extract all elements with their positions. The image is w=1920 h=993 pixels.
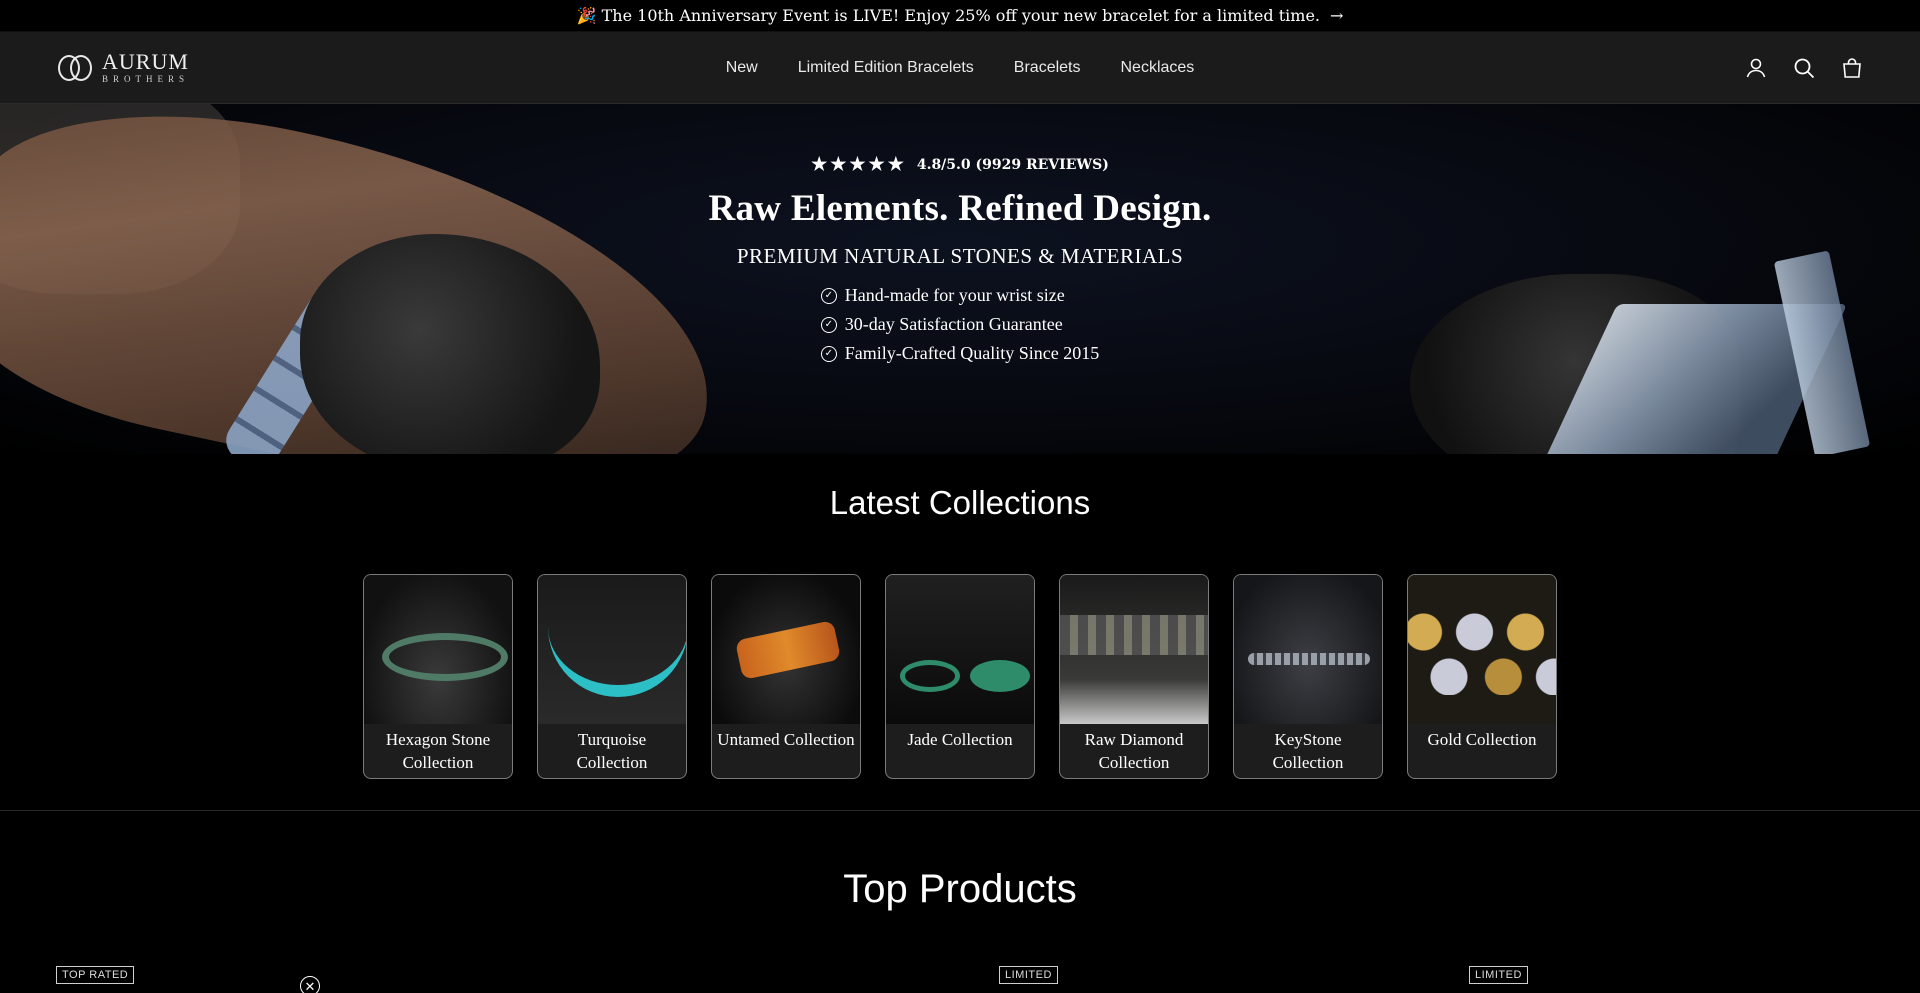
collection-label: Turquoise Collection <box>576 730 648 772</box>
collection-image <box>538 575 686 724</box>
logo-subtitle: BROTHERS <box>102 74 190 84</box>
collection-image <box>1060 575 1208 724</box>
logo-mark-icon <box>56 51 96 85</box>
collection-card-untamed[interactable]: Untamed Collection <box>711 574 861 779</box>
section-title: Top Products <box>843 867 1077 911</box>
collection-card-jade[interactable]: Jade Collection <box>885 574 1035 779</box>
collection-image <box>886 575 1034 724</box>
latest-collections: Latest Collections Hexagon Stone Collect… <box>0 454 1920 811</box>
product-badge-limited: LIMITED <box>999 966 1058 984</box>
hero-content: ★★★★★ 4.8/5.0 (9929 REVIEWS) Raw Element… <box>0 154 1920 364</box>
collection-label: Gold Collection <box>1427 730 1537 749</box>
collection-label: Raw Diamond Collection <box>1084 730 1184 772</box>
feature-item: ✓ 30-day Satisfaction Guarantee <box>820 314 1099 335</box>
feature-text: 30-day Satisfaction Guarantee <box>844 314 1063 334</box>
feature-list: ✓ Hand-made for your wrist size ✓ 30-day… <box>820 285 1100 364</box>
collection-card-keystone[interactable]: KeyStone Collection <box>1233 574 1383 779</box>
check-circle-icon: ✓ <box>820 316 837 333</box>
header-actions <box>1744 56 1864 80</box>
announcement-bar[interactable]: 🎉 The 10th Anniversary Event is LIVE! En… <box>0 0 1920 32</box>
collection-label: KeyStone Collection <box>1272 730 1344 772</box>
close-icon[interactable]: ✕ <box>300 976 320 993</box>
arrow-right-icon[interactable]: → <box>1330 6 1343 25</box>
collection-label: Untamed Collection <box>717 730 855 749</box>
star-rating-icon: ★★★★★ <box>811 154 907 175</box>
top-products: Top Products TOP RATED ✕ LIMITED LIMITED <box>0 811 1920 993</box>
nav-item-bracelets[interactable]: Bracelets <box>1014 59 1081 77</box>
account-icon[interactable] <box>1744 56 1768 80</box>
product-badge-limited: LIMITED <box>1469 966 1528 984</box>
collection-image <box>712 575 860 724</box>
hero-subtitle: PREMIUM NATURAL STONES & MATERIALS <box>736 244 1184 268</box>
collection-label: Jade Collection <box>907 730 1013 749</box>
feature-item: ✓ Hand-made for your wrist size <box>820 285 1099 306</box>
announcement-text[interactable]: 🎉 The 10th Anniversary Event is LIVE! En… <box>577 6 1320 25</box>
collection-list: Hexagon Stone Collection Turquoise Colle… <box>0 574 1920 779</box>
rating-text: 4.8/5.0 (9929 REVIEWS) <box>916 156 1109 173</box>
check-circle-icon: ✓ <box>820 287 837 304</box>
collection-card-gold[interactable]: Gold Collection <box>1407 574 1557 779</box>
product-badge-top-rated: TOP RATED <box>56 966 135 984</box>
nav-item-limited-edition-bracelets[interactable]: Limited Edition Bracelets <box>798 59 974 77</box>
hero-banner: ★★★★★ 4.8/5.0 (9929 REVIEWS) Raw Element… <box>0 104 1920 454</box>
collection-card-hexagon-stone[interactable]: Hexagon Stone Collection <box>363 574 513 779</box>
feature-text: Family-Crafted Quality Since 2015 <box>844 343 1100 363</box>
nav-item-new[interactable]: New <box>726 59 758 77</box>
search-icon[interactable] <box>1792 56 1816 80</box>
nav-item-necklaces[interactable]: Necklaces <box>1121 59 1195 77</box>
hero-title: Raw Elements. Refined Design. <box>708 188 1212 229</box>
collection-image <box>1234 575 1382 724</box>
collection-card-raw-diamond[interactable]: Raw Diamond Collection <box>1059 574 1209 779</box>
logo[interactable]: AURUM BROTHERS <box>56 51 189 85</box>
main-nav: New Limited Edition Bracelets Bracelets … <box>726 59 1195 77</box>
rating-summary: ★★★★★ 4.8/5.0 (9929 REVIEWS) <box>811 154 1109 175</box>
feature-item: ✓ Family-Crafted Quality Since 2015 <box>820 343 1100 364</box>
collection-image <box>1408 575 1556 724</box>
section-title: Latest Collections <box>829 484 1091 521</box>
cart-icon[interactable] <box>1840 56 1864 80</box>
collection-label: Hexagon Stone Collection <box>385 730 491 772</box>
site-header: AURUM BROTHERS New Limited Edition Brace… <box>0 32 1920 104</box>
logo-name: AURUM <box>102 49 189 74</box>
collection-card-turquoise[interactable]: Turquoise Collection <box>537 574 687 779</box>
collection-image <box>364 575 512 724</box>
feature-text: Hand-made for your wrist size <box>844 285 1065 305</box>
check-circle-icon: ✓ <box>820 345 837 362</box>
